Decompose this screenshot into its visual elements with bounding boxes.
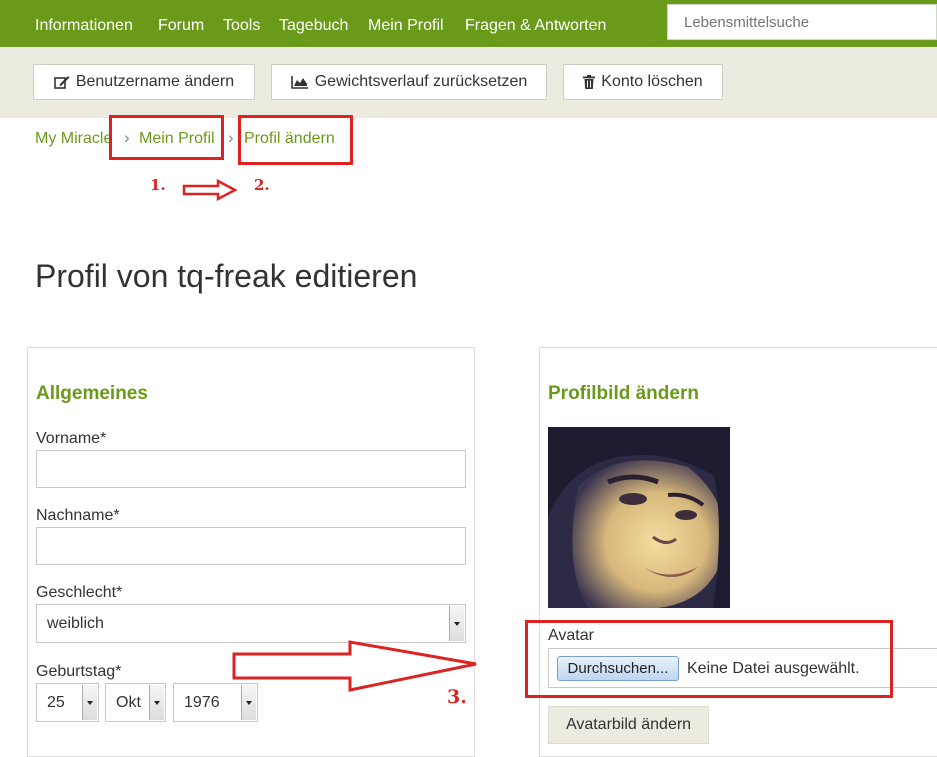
profile-picture-heading: Profilbild ändern [548, 383, 699, 404]
annotation-arrow-large [232, 640, 477, 692]
chevron-down-icon [82, 685, 97, 720]
breadcrumb-my-miracle[interactable]: My Miracle [35, 130, 112, 148]
birthday-day-value: 25 [47, 694, 65, 711]
lastname-field[interactable] [36, 527, 466, 565]
annotation-box-avatar [525, 620, 893, 698]
change-username-label: Benutzername ändern [75, 73, 235, 90]
breadcrumb-separator: › [228, 128, 234, 147]
page-title: Profil von tq-freak editieren [35, 258, 418, 294]
firstname-field[interactable] [36, 450, 466, 488]
chevron-down-icon [149, 685, 164, 720]
annotation-step-2: 2. [254, 176, 270, 194]
annotation-arrow-small [182, 179, 238, 201]
annotation-step-3: 3. [447, 686, 467, 708]
general-info-heading: Allgemeines [36, 383, 148, 404]
birthday-day-select[interactable]: 25 [36, 683, 99, 722]
delete-account-label: Konto löschen [601, 73, 703, 90]
change-avatar-button[interactable]: Avatarbild ändern [548, 706, 709, 744]
birthday-month-select[interactable]: Okt [105, 683, 166, 722]
lastname-label: Nachname* [36, 507, 120, 524]
annotation-step-1: 1. [150, 176, 166, 194]
avatar-image [548, 427, 730, 608]
nav-informationen[interactable]: Informationen [35, 17, 133, 35]
nav-mein-profil[interactable]: Mein Profil [368, 17, 444, 35]
chevron-down-icon [449, 606, 464, 641]
trash-icon [583, 75, 596, 89]
edit-icon [54, 76, 70, 89]
gender-label: Geschlecht* [36, 584, 123, 601]
food-search-input[interactable] [667, 4, 937, 40]
annotation-box-profil-aendern [238, 115, 353, 165]
nav-tagebuch[interactable]: Tagebuch [279, 17, 348, 35]
birthday-label: Geburtstag* [36, 663, 122, 680]
birthday-month-value: Okt [116, 694, 141, 711]
annotation-box-mein-profil [109, 115, 224, 160]
delete-account-button[interactable]: Konto löschen [563, 64, 723, 100]
change-username-button[interactable]: Benutzername ändern [33, 64, 255, 100]
birthday-year-value: 1976 [184, 694, 220, 711]
gender-selected-value: weiblich [47, 615, 104, 632]
reset-weight-history-label: Gewichtsverlauf zurücksetzen [314, 73, 528, 90]
nav-forum[interactable]: Forum [158, 17, 204, 35]
area-chart-icon [290, 76, 308, 89]
nav-fragen-antworten[interactable]: Fragen & Antworten [465, 17, 606, 35]
firstname-label: Vorname* [36, 430, 107, 447]
reset-weight-history-button[interactable]: Gewichtsverlauf zurücksetzen [271, 64, 547, 100]
nav-tools[interactable]: Tools [223, 17, 260, 35]
